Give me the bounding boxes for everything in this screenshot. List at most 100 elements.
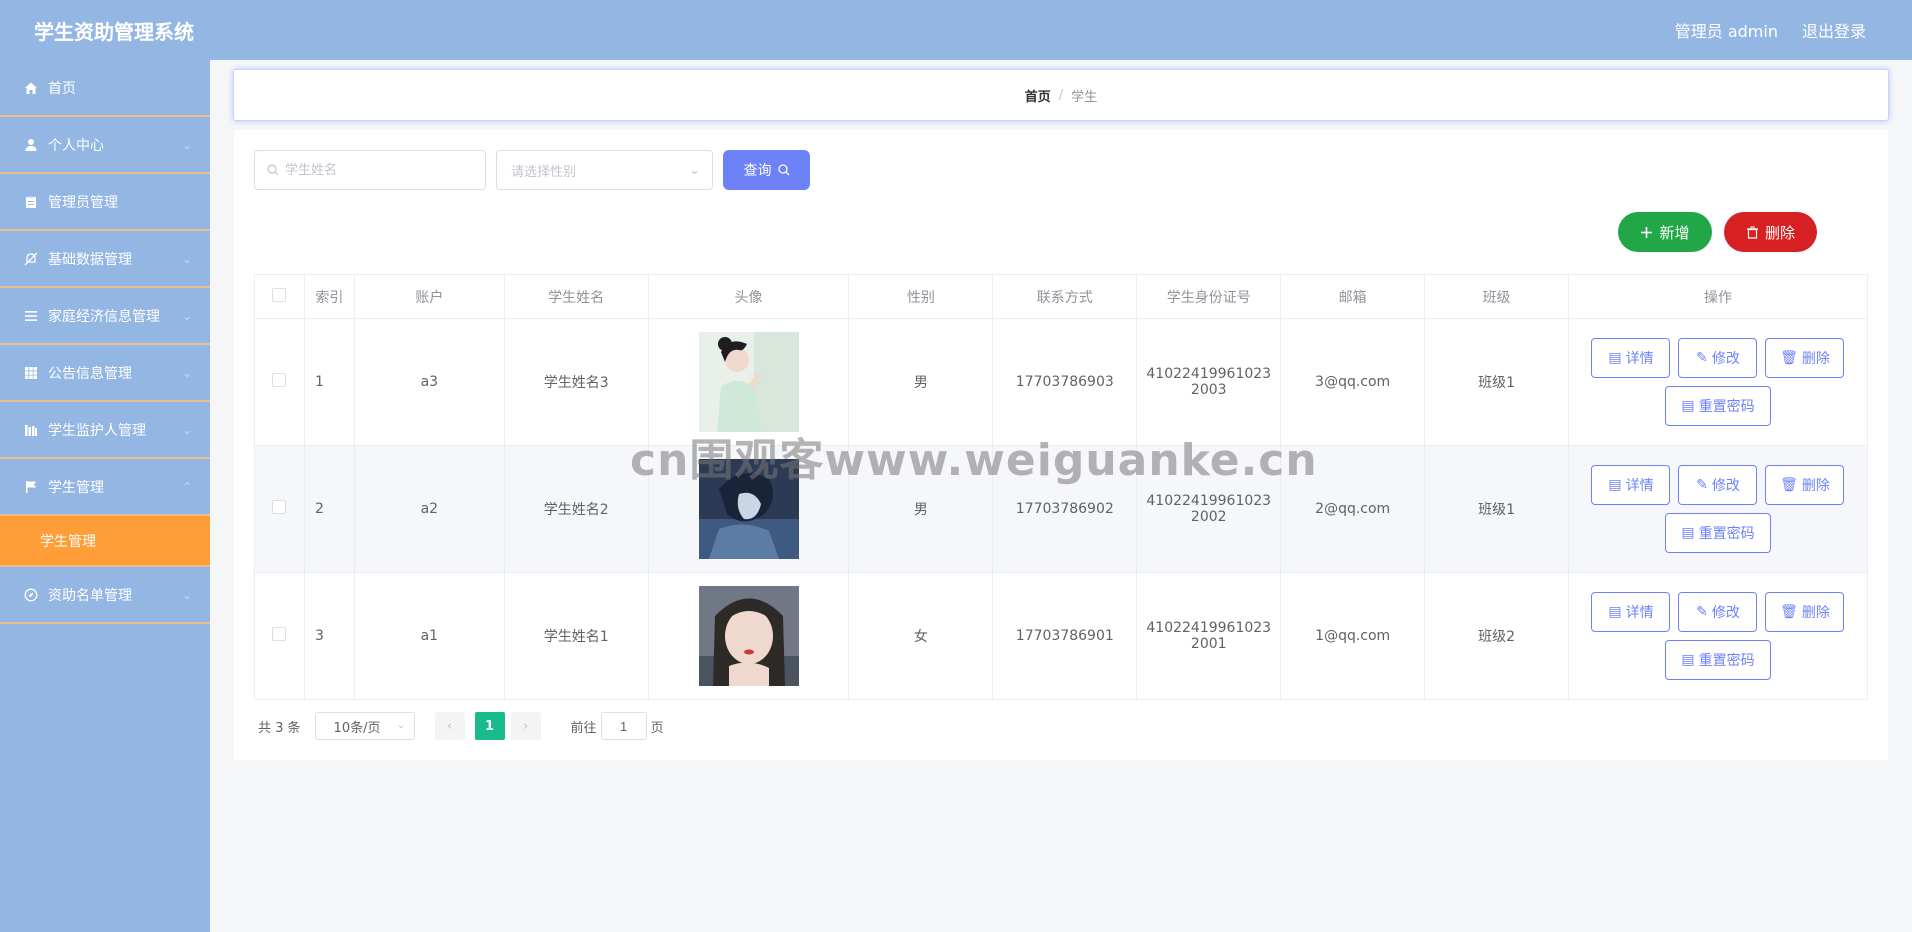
select-all-cell[interactable] <box>254 274 305 319</box>
edit-icon: ✎ <box>1696 477 1708 493</box>
trash-icon: 🗑 <box>1780 477 1798 493</box>
cell-id-number: 41022419961023 2002 <box>1136 445 1282 573</box>
search-icon <box>267 164 279 176</box>
trash-icon <box>1746 226 1758 239</box>
flag-icon <box>26 480 36 493</box>
row-checkbox[interactable] <box>272 627 287 641</box>
cell-email: 2@qq.com <box>1280 445 1426 573</box>
pagination-total: 共 3 条 <box>258 720 301 736</box>
document-icon: ▤ <box>1681 652 1695 668</box>
document-icon: ▤ <box>1681 525 1695 541</box>
select-all-checkbox[interactable] <box>272 287 287 302</box>
edit-button[interactable]: ✎ 修改 <box>1678 592 1758 632</box>
sidebar-subitem-student-management[interactable]: 学生管理 <box>0 516 210 567</box>
chevron-left-icon: ‹ <box>446 718 453 734</box>
sidebar-item-admin[interactable]: 管理员管理 <box>0 174 210 231</box>
avatar[interactable] <box>698 586 799 686</box>
page-size-select[interactable]: 10条/页 ⌄ <box>314 712 415 740</box>
edit-icon: ✎ <box>1696 604 1708 620</box>
sidebar-item-label: 公告信息管理 <box>48 365 132 382</box>
reset-password-button[interactable]: ▤ 重置密码 <box>1664 513 1771 553</box>
cell-name: 学生姓名3 <box>503 318 649 446</box>
batch-delete-button[interactable]: 删除 <box>1724 212 1817 252</box>
cell-id-number: 41022419961023 2001 <box>1136 572 1282 700</box>
cell-account: a1 <box>353 572 505 700</box>
edit-icon: ✎ <box>1696 350 1708 366</box>
cell-name: 学生姓名2 <box>503 445 649 573</box>
header-operations: 操作 <box>1567 274 1869 319</box>
page-number-current[interactable]: 1 <box>474 712 505 740</box>
cell-index: 3 <box>303 572 355 700</box>
edit-button[interactable]: ✎ 修改 <box>1678 465 1758 505</box>
sidebar-item-guardian[interactable]: 学生监护人管理 ⌄ <box>0 402 210 459</box>
breadcrumb-separator: / <box>1058 87 1064 103</box>
cell-phone: 17703786903 <box>992 318 1138 446</box>
main-panel: 请选择性别 ⌄ 查询 新增 删除 索引 账户 学生姓名 头像 性别 联系方式 学… <box>234 130 1888 760</box>
cell-name: 学生姓名1 <box>503 572 649 700</box>
reset-password-button[interactable]: ▤ 重置密码 <box>1664 640 1771 680</box>
table-row: 3 a1 学生姓名1 女 17703786901 41022419961023 2… <box>254 572 1869 700</box>
row-checkbox[interactable] <box>272 373 287 387</box>
detail-button[interactable]: ▤ 详情 <box>1591 592 1671 632</box>
delete-button[interactable]: 🗑 删除 <box>1765 338 1845 378</box>
sidebar-item-family-economy[interactable]: 家庭经济信息管理 ⌄ <box>0 288 210 345</box>
admin-user-label[interactable]: 管理员 admin <box>1675 18 1778 42</box>
list-icon <box>25 310 37 321</box>
chevron-down-icon: ⌄ <box>181 308 192 323</box>
goto-page-input[interactable] <box>600 712 647 740</box>
sidebar-item-label: 管理员管理 <box>48 194 118 211</box>
document-icon: ▤ <box>1608 604 1622 620</box>
edit-button[interactable]: ✎ 修改 <box>1678 338 1758 378</box>
avatar[interactable] <box>698 332 799 432</box>
detail-button[interactable]: ▤ 详情 <box>1591 465 1671 505</box>
student-name-input[interactable] <box>285 162 465 178</box>
goto-page: 前往 页 <box>571 712 664 740</box>
detail-button[interactable]: ▤ 详情 <box>1591 338 1671 378</box>
bell-off-icon <box>24 252 38 265</box>
cell-index: 2 <box>303 445 355 573</box>
gender-select[interactable]: 请选择性别 ⌄ <box>496 150 713 190</box>
cell-account: a2 <box>353 445 505 573</box>
search-icon <box>777 164 789 176</box>
delete-button[interactable]: 🗑 删除 <box>1765 592 1845 632</box>
chevron-down-icon: ⌄ <box>181 587 192 602</box>
sidebar-item-student[interactable]: 学生管理 ⌃ <box>0 459 210 516</box>
sidebar-item-home[interactable]: 首页 <box>0 60 210 117</box>
breadcrumb-current: 学生 <box>1071 89 1098 105</box>
trash-icon: 🗑 <box>1780 350 1798 366</box>
chevron-up-icon: ⌃ <box>181 479 192 494</box>
row-checkbox[interactable] <box>272 500 287 514</box>
table-header-row: 索引 账户 学生姓名 头像 性别 联系方式 学生身份证号 邮箱 班级 操作 <box>254 274 1869 319</box>
logout-link[interactable]: 退出登录 <box>1802 18 1866 42</box>
query-button-label: 查询 <box>743 163 772 179</box>
header-account: 账户 <box>353 274 505 319</box>
header-index: 索引 <box>303 274 355 319</box>
sidebar-item-label: 学生监护人管理 <box>48 422 146 439</box>
add-button[interactable]: 新增 <box>1618 212 1712 252</box>
top-header: 学生资助管理系统 管理员 admin 退出登录 <box>0 0 1912 60</box>
sidebar-item-announcement[interactable]: 公告信息管理 ⌄ <box>0 345 210 402</box>
reset-password-button[interactable]: ▤ 重置密码 <box>1664 386 1771 426</box>
student-name-search[interactable] <box>254 150 486 190</box>
chevron-down-icon: ⌄ <box>181 422 192 437</box>
cell-class: 班级1 <box>1424 318 1569 446</box>
chevron-down-icon: ⌄ <box>689 163 700 178</box>
cell-email: 3@qq.com <box>1280 318 1426 446</box>
delete-button[interactable]: 🗑 删除 <box>1765 465 1845 505</box>
library-icon <box>25 424 37 436</box>
next-page-button[interactable]: › <box>510 712 541 740</box>
sidebar-item-label: 个人中心 <box>48 137 104 154</box>
prev-page-button[interactable]: ‹ <box>434 712 465 740</box>
pagination: 共 3 条 10条/页 ⌄ ‹ 1 › 前往 页 <box>258 712 664 740</box>
chevron-down-icon: ⌄ <box>181 251 192 266</box>
sidebar-item-aid-list[interactable]: 资助名单管理 ⌄ <box>0 567 210 624</box>
sidebar-item-base-data[interactable]: 基础数据管理 ⌄ <box>0 231 210 288</box>
breadcrumb-home[interactable]: 首页 <box>1025 86 1051 105</box>
avatar[interactable] <box>698 459 799 559</box>
cell-index: 1 <box>303 318 355 446</box>
sidebar-item-profile[interactable]: 个人中心 ⌄ <box>0 117 210 174</box>
chevron-down-icon: ⌄ <box>396 718 406 731</box>
sidebar-item-label: 首页 <box>48 80 76 97</box>
header-email: 邮箱 <box>1280 274 1426 319</box>
query-button[interactable]: 查询 <box>723 150 810 190</box>
